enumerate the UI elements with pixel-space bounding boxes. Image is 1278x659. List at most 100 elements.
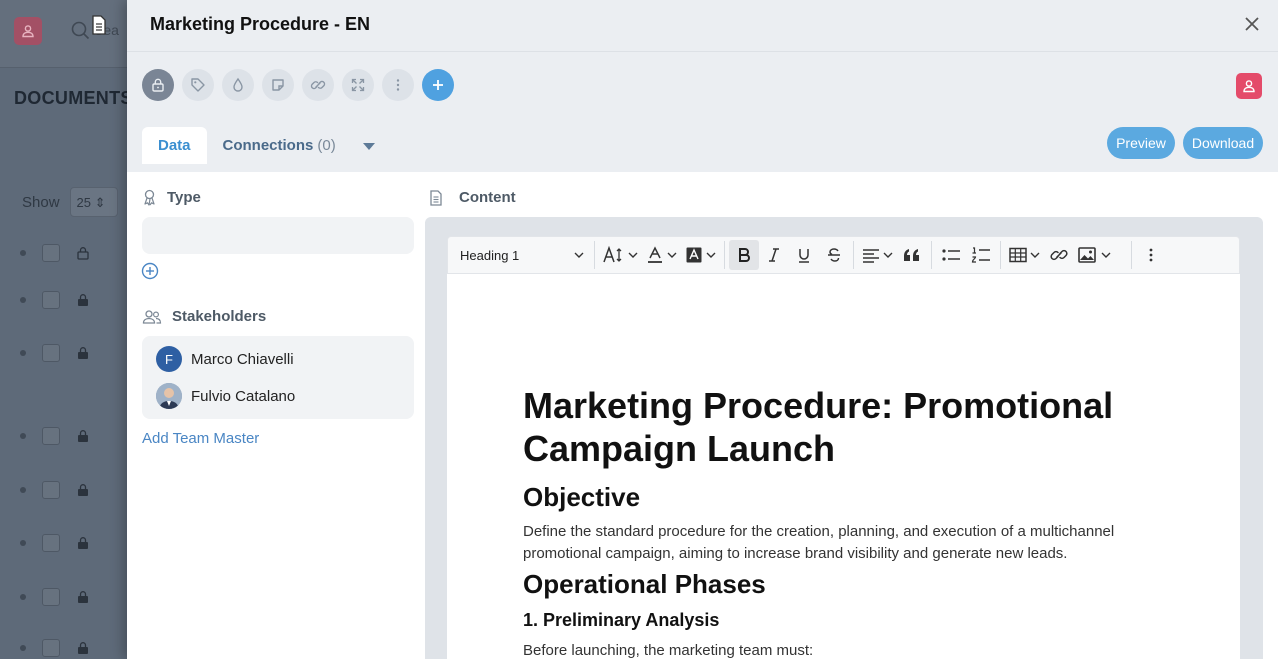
more-vertical-icon — [1149, 248, 1153, 262]
background-table-row[interactable] — [20, 426, 90, 446]
background-show-label: Show — [22, 193, 60, 211]
editor-document[interactable]: Marketing Procedure: Promotional Campaig… — [447, 274, 1240, 659]
italic-button[interactable] — [759, 240, 789, 270]
align-button[interactable] — [858, 240, 897, 270]
underline-button[interactable] — [789, 240, 819, 270]
lock-icon — [78, 430, 88, 442]
background-page-size-select[interactable]: 25 ⇕ — [69, 187, 118, 217]
background-table-row[interactable] — [20, 343, 90, 363]
underline-icon — [799, 249, 809, 263]
font-size-button[interactable] — [599, 240, 642, 270]
bullet — [20, 540, 26, 546]
heading-select[interactable]: Heading 1 — [454, 240, 590, 270]
row-checkbox[interactable] — [42, 588, 60, 606]
numbered-list-button[interactable] — [966, 240, 996, 270]
add-team-master-link[interactable]: Add Team Master — [142, 430, 259, 447]
users-icon — [142, 309, 162, 324]
row-checkbox[interactable] — [42, 344, 60, 362]
note-button[interactable] — [262, 69, 294, 101]
link-button[interactable] — [302, 69, 334, 101]
tab-data[interactable]: Data — [142, 127, 207, 164]
heading-objective: Objective — [523, 482, 641, 512]
modal-title: Marketing Procedure - EN — [150, 14, 371, 34]
strikethrough-button[interactable] — [819, 240, 849, 270]
highlight-color-button[interactable] — [681, 240, 720, 270]
caret-down-icon[interactable] — [362, 141, 376, 151]
row-checkbox[interactable] — [42, 639, 60, 657]
avatar: F — [156, 346, 182, 372]
toolbar-separator — [1000, 241, 1001, 269]
heading-preliminary-analysis: 1. Preliminary Analysis — [523, 610, 720, 630]
row-checkbox[interactable] — [42, 244, 60, 262]
preview-button[interactable]: Preview — [1107, 127, 1175, 159]
close-button[interactable] — [1240, 12, 1264, 36]
content-section-header: Content — [429, 189, 516, 206]
editor-more-button[interactable] — [1136, 240, 1166, 270]
type-field[interactable] — [142, 217, 414, 254]
document-icon — [92, 15, 106, 35]
user-icon — [22, 25, 34, 38]
numbered-list-icon — [971, 247, 990, 263]
toolbar-separator — [594, 241, 595, 269]
document-body: Marketing Procedure: Promotional Campaig… — [523, 384, 1143, 659]
row-checkbox[interactable] — [42, 427, 60, 445]
background-user-avatar[interactable] — [14, 17, 42, 45]
tab-connections-label: Connections — [222, 137, 314, 154]
background-table-row[interactable] — [20, 290, 90, 310]
add-button[interactable] — [422, 69, 454, 101]
stakeholder-item[interactable]: Fulvio Catalano — [156, 383, 295, 409]
background-table-row[interactable] — [20, 480, 90, 500]
chevron-down-icon — [1101, 252, 1111, 258]
lock-icon — [78, 642, 88, 654]
type-label: Type — [167, 189, 201, 206]
user-chip[interactable] — [1236, 73, 1262, 99]
ribbon-icon — [144, 189, 155, 206]
insert-image-button[interactable] — [1074, 240, 1115, 270]
editor-toolbar: Heading 1 — [447, 236, 1240, 274]
insert-link-button[interactable] — [1044, 240, 1074, 270]
row-checkbox[interactable] — [42, 481, 60, 499]
download-button[interactable]: Download — [1183, 127, 1263, 159]
stakeholders-list: F Marco Chiavelli Fulvio Catalano — [142, 336, 414, 419]
stakeholders-label: Stakeholders — [172, 308, 267, 325]
stakeholder-item[interactable]: F Marco Chiavelli — [156, 346, 294, 372]
expand-icon — [351, 78, 365, 92]
lock-button[interactable] — [142, 69, 174, 101]
chevron-down-icon — [1030, 252, 1040, 258]
tag-icon — [191, 78, 205, 92]
highlight-icon — [686, 247, 702, 263]
row-checkbox[interactable] — [42, 291, 60, 309]
tag-button[interactable] — [182, 69, 214, 101]
plus-circle-icon — [141, 262, 159, 280]
background-table-row[interactable] — [20, 533, 90, 553]
heading-operational-phases: Operational Phases — [523, 569, 766, 599]
tab-connections[interactable]: Connections (0) — [207, 127, 352, 164]
insert-table-button[interactable] — [1005, 240, 1044, 270]
lock-icon — [78, 537, 88, 549]
more-vertical-icon — [396, 79, 400, 91]
background-table-row[interactable] — [20, 638, 90, 658]
chevron-down-icon — [628, 252, 638, 258]
more-button[interactable] — [382, 69, 414, 101]
row-checkbox[interactable] — [42, 534, 60, 552]
color-button[interactable] — [222, 69, 254, 101]
bold-button[interactable] — [729, 240, 759, 270]
type-section-header: Type — [142, 189, 201, 206]
add-type-button[interactable] — [141, 262, 159, 280]
bulleted-list-button[interactable] — [936, 240, 966, 270]
header-divider — [127, 51, 1278, 52]
plus-icon — [433, 80, 443, 90]
font-color-button[interactable] — [642, 240, 681, 270]
document-modal: Marketing Procedure - EN Data Connection… — [127, 0, 1278, 659]
blockquote-button[interactable] — [897, 240, 927, 270]
lock-icon — [78, 347, 88, 359]
bullet — [20, 594, 26, 600]
expand-button[interactable] — [342, 69, 374, 101]
close-icon — [1245, 17, 1259, 31]
lock-icon — [78, 591, 88, 603]
toolbar-separator — [724, 241, 725, 269]
toolbar-separator — [1131, 241, 1132, 269]
background-table-row[interactable] — [20, 243, 90, 263]
background-table-row[interactable] — [20, 587, 90, 607]
tab-connections-count: (0) — [317, 137, 336, 154]
